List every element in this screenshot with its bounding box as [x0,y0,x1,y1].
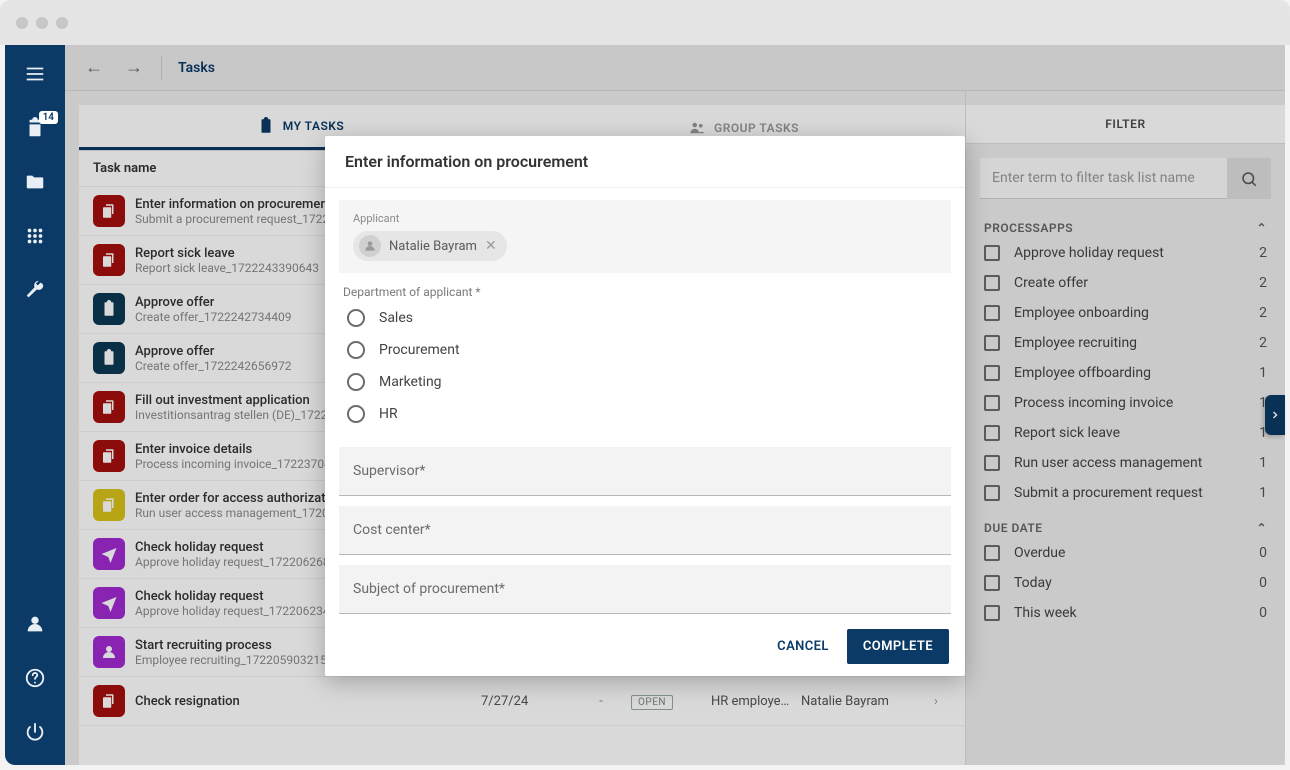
applicant-label: Applicant [353,212,937,225]
user-icon [24,613,46,635]
chrome-dot-close[interactable] [16,17,28,29]
modal-body: Applicant Natalie Bayram ✕ Department of… [325,188,965,617]
modal-title: Enter information on procurement [325,136,965,188]
side-rail: 14 [5,45,65,765]
department-radio[interactable]: Procurement [347,341,943,359]
department-radio[interactable]: HR [347,405,943,423]
supervisor-input[interactable] [353,463,937,479]
supervisor-field[interactable] [339,447,951,496]
department-label: Department of applicant * [343,285,947,299]
chip-remove-icon[interactable]: ✕ [485,238,497,254]
cost-center-field[interactable] [339,506,951,555]
applicant-name: Natalie Bayram [389,239,477,254]
help-nav[interactable] [24,667,46,693]
avatar-icon [359,235,381,257]
department-radio[interactable]: Sales [347,309,943,327]
hamburger-icon [24,63,46,85]
folder-nav[interactable] [24,171,46,197]
radio-label: Marketing [379,374,442,390]
settings-nav[interactable] [24,279,46,305]
cost-center-input[interactable] [353,522,937,538]
subject-input[interactable] [353,581,937,597]
apps-nav[interactable] [24,225,46,251]
power-nav[interactable] [24,721,46,747]
radio-label: Procurement [379,342,460,358]
grid-icon [24,225,46,247]
radio-label: HR [379,406,398,422]
radio-icon[interactable] [347,373,365,391]
help-icon [24,667,46,689]
applicant-chip[interactable]: Natalie Bayram ✕ [353,231,507,261]
subject-field[interactable] [339,565,951,614]
radio-label: Sales [379,310,413,326]
wrench-icon [24,279,46,301]
tasks-badge: 14 [39,111,58,124]
folder-icon [24,171,46,193]
procurement-modal: Enter information on procurement Applica… [325,136,965,676]
radio-icon[interactable] [347,405,365,423]
account-nav[interactable] [24,613,46,639]
radio-icon[interactable] [347,309,365,327]
window-chrome [0,0,1290,45]
power-icon [24,721,46,743]
tasks-nav[interactable]: 14 [24,117,46,143]
chrome-dot-max[interactable] [56,17,68,29]
applicant-field: Applicant Natalie Bayram ✕ [339,200,951,273]
cancel-button[interactable]: CANCEL [777,629,829,664]
department-radio-group: Sales Procurement Marketing HR [339,309,951,437]
radio-icon[interactable] [347,341,365,359]
chrome-dot-min[interactable] [36,17,48,29]
department-radio[interactable]: Marketing [347,373,943,391]
modal-footer: CANCEL COMPLETE [325,617,965,676]
complete-button[interactable]: COMPLETE [847,629,949,664]
menu-button[interactable] [24,63,46,89]
